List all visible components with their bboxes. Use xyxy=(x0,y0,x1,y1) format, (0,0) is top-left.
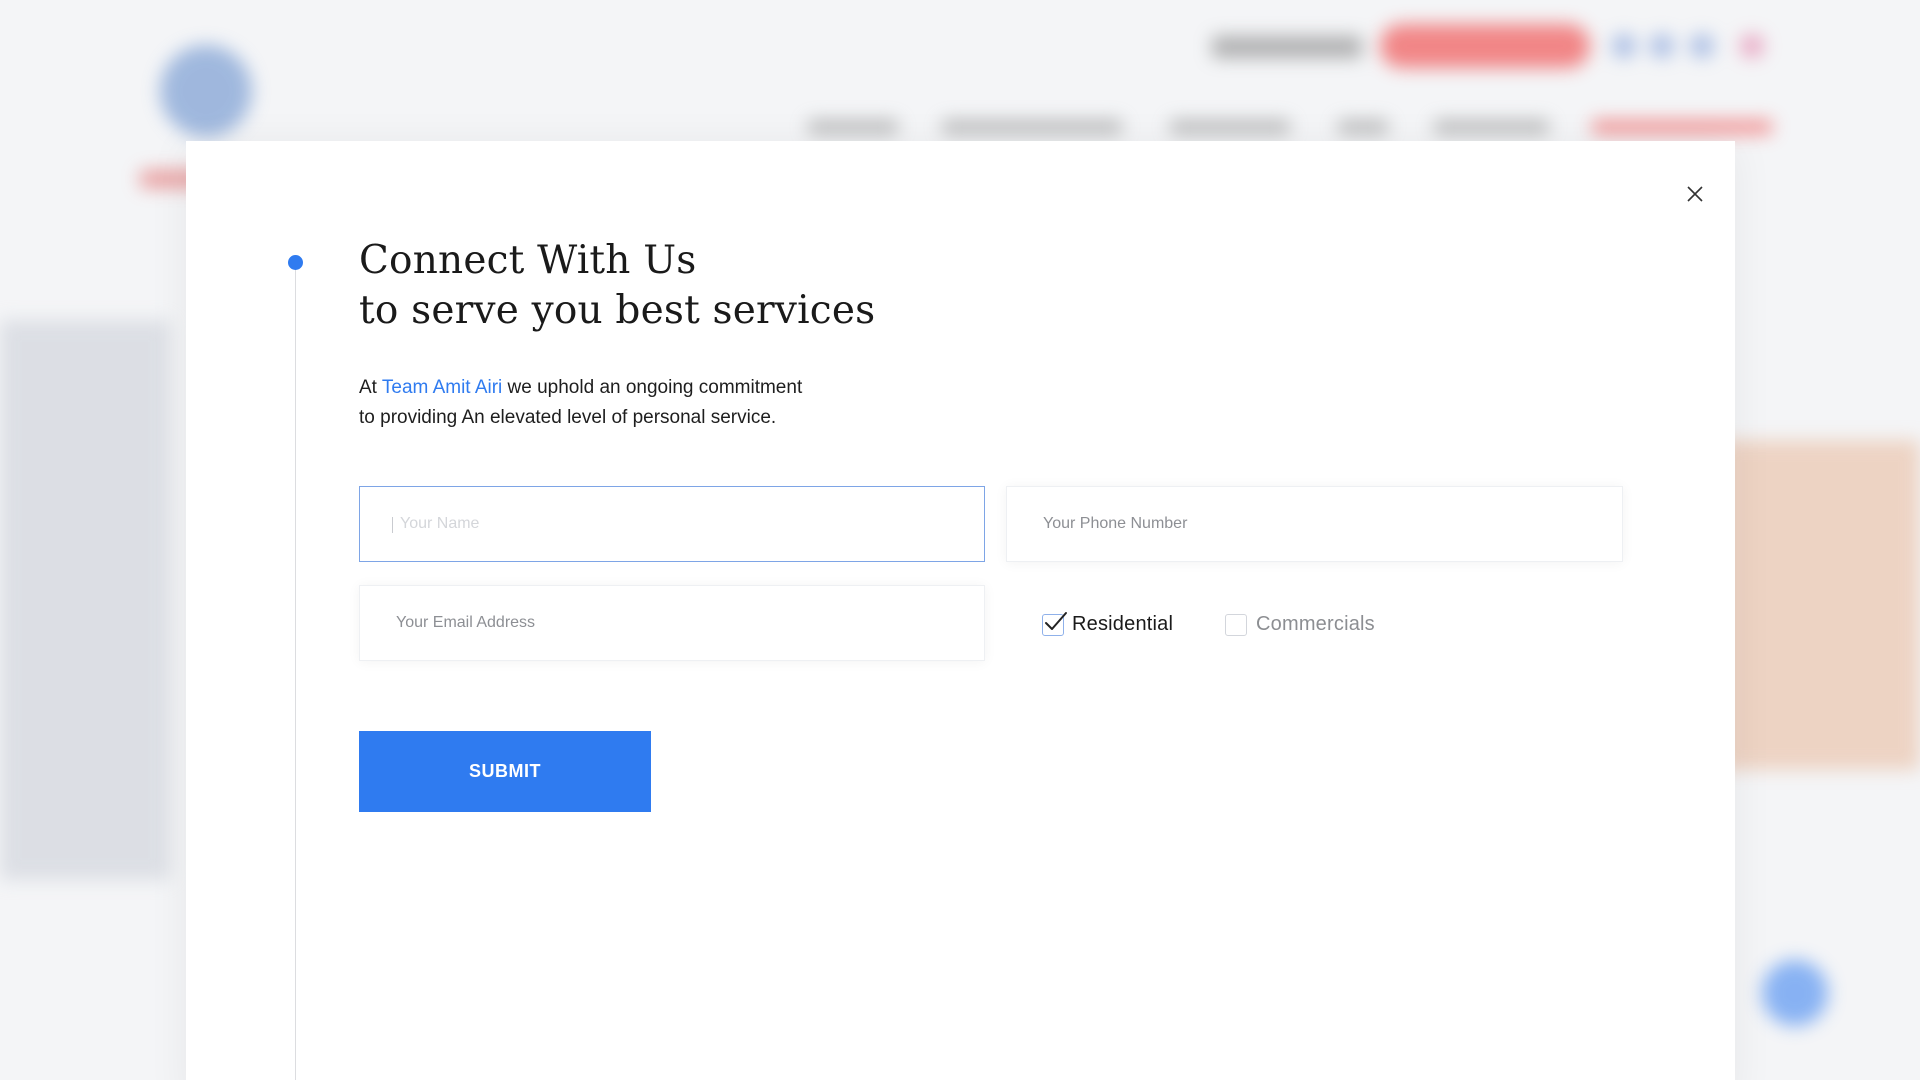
nav-item xyxy=(1170,120,1290,134)
nav-item xyxy=(1592,120,1772,134)
twitter-icon xyxy=(1650,34,1674,58)
close-button[interactable] xyxy=(1676,175,1714,213)
modal-title-line2: to serve you best services xyxy=(359,288,876,333)
desc-prefix: At xyxy=(359,377,382,398)
instagram-icon xyxy=(1740,34,1764,58)
site-logo xyxy=(160,45,252,137)
commercial-checkbox-box[interactable] xyxy=(1225,613,1247,636)
text-caret xyxy=(392,517,393,533)
residential-label: Residential xyxy=(1072,613,1174,635)
timeline-dot xyxy=(288,255,303,270)
nav-item xyxy=(1338,120,1388,134)
name-field[interactable] xyxy=(359,486,985,562)
email-input[interactable] xyxy=(360,586,984,660)
submit-button[interactable]: SUBMIT xyxy=(359,731,651,812)
floating-action-button xyxy=(1762,960,1828,1026)
nav-item xyxy=(1434,120,1549,134)
linkedin-icon xyxy=(1690,34,1714,58)
phone-field[interactable] xyxy=(1006,486,1623,562)
timeline-line xyxy=(295,267,296,1080)
nav-item xyxy=(808,120,898,134)
commercial-checkbox[interactable]: Commercials xyxy=(1225,613,1375,636)
background-image xyxy=(1720,440,1920,770)
desc-line2: to providing An elevated level of person… xyxy=(359,407,777,428)
modal-title: Connect With Us to serve you best servic… xyxy=(359,236,875,336)
nav-item xyxy=(942,120,1122,134)
residential-checkbox[interactable]: Residential xyxy=(1042,611,1174,636)
commercial-label: Commercials xyxy=(1256,613,1375,635)
background-image xyxy=(0,320,170,880)
residential-checkbox-box[interactable] xyxy=(1042,611,1067,636)
facebook-icon xyxy=(1612,34,1636,58)
desc-suffix: we uphold an ongoing commitment xyxy=(502,377,803,398)
email-field[interactable] xyxy=(359,585,985,661)
close-icon xyxy=(1687,186,1703,202)
modal-title-line1: Connect With Us xyxy=(359,238,697,283)
brand-name: Team Amit Airi xyxy=(381,377,503,398)
header-contact-pill xyxy=(1212,36,1362,58)
checkmark-icon xyxy=(1045,611,1067,630)
contact-modal: Connect With Us to serve you best servic… xyxy=(186,141,1735,1080)
modal-description: At Team Amit Airi we uphold an ongoing c… xyxy=(359,373,919,433)
name-input[interactable] xyxy=(360,487,984,561)
header-cta-button xyxy=(1380,24,1590,68)
phone-input[interactable] xyxy=(1007,487,1622,561)
